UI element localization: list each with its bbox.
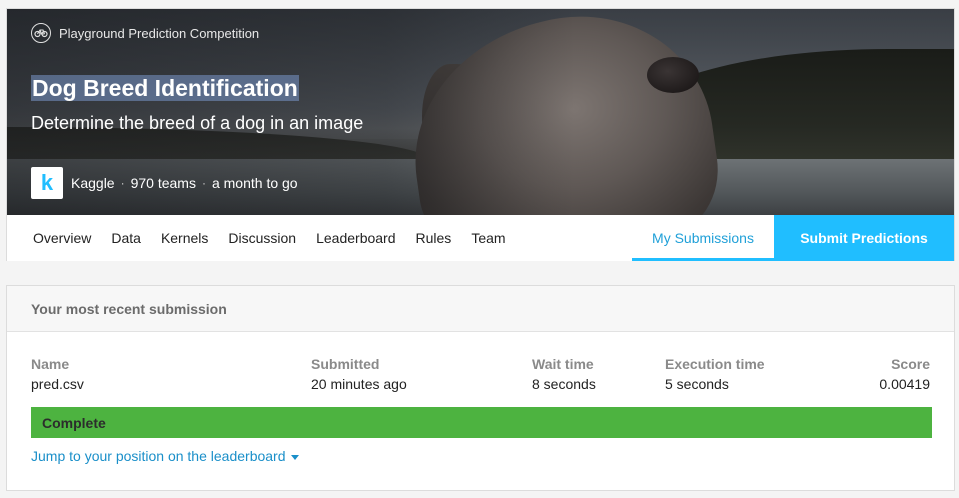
hero-banner: Playground Prediction Competition Dog Br… (7, 9, 954, 215)
host-info: k Kaggle · 970 teams · a month to go (31, 167, 298, 199)
competition-type-label: Playground Prediction Competition (59, 25, 260, 41)
tab-my-submissions[interactable]: My Submissions (632, 215, 774, 261)
submission-score: Score 0.00419 (879, 356, 930, 392)
host-name[interactable]: Kaggle (71, 175, 115, 191)
column-label: Execution time (665, 356, 765, 372)
separator-dot: · (120, 176, 125, 190)
submission-time: Submitted 20 minutes ago (311, 356, 407, 392)
bicycle-icon (31, 23, 51, 43)
hero-content: Playground Prediction Competition Dog Br… (7, 9, 954, 215)
tab-leaderboard[interactable]: Leaderboard (316, 230, 395, 246)
submitted-value: 20 minutes ago (311, 376, 407, 392)
execution-value: 5 seconds (665, 376, 729, 392)
tab-kernels[interactable]: Kernels (161, 230, 208, 246)
submission-wait: Wait time 8 seconds (532, 356, 596, 392)
column-label: Name (31, 356, 70, 372)
status-badge: Complete (31, 407, 932, 438)
submission-filename: pred.csv (31, 376, 84, 392)
wait-value: 8 seconds (532, 376, 596, 392)
competition-type: Playground Prediction Competition (31, 23, 259, 43)
competition-title-text: Dog Breed Identification (31, 75, 299, 101)
submission-name: Name pred.csv (31, 356, 84, 392)
separator-dot: · (201, 176, 206, 190)
competition-header: Playground Prediction Competition Dog Br… (6, 8, 955, 261)
tab-team[interactable]: Team (471, 230, 505, 246)
kaggle-logo-letter: k (40, 170, 54, 195)
time-remaining: a month to go (211, 175, 298, 191)
tab-discussion[interactable]: Discussion (228, 230, 296, 246)
score-value: 0.00419 (879, 376, 930, 392)
tab-rules[interactable]: Rules (416, 230, 452, 246)
competition-nav: Overview Data Kernels Discussion Leaderb… (7, 215, 954, 261)
tab-data[interactable]: Data (111, 230, 141, 246)
tab-list: Overview Data Kernels Discussion Leaderb… (7, 215, 632, 261)
submission-details: Name pred.csv Submitted 20 minutes ago W… (7, 332, 954, 402)
competition-title: Dog Breed Identification (31, 75, 299, 102)
kaggle-logo-icon[interactable]: k (31, 167, 63, 199)
submission-execution: Execution time 5 seconds (665, 356, 765, 392)
caret-down-icon (290, 454, 299, 460)
recent-submission-header: Your most recent submission (7, 286, 954, 332)
team-count[interactable]: 970 teams (131, 175, 196, 191)
recent-submission-card: Your most recent submission Name pred.cs… (6, 285, 955, 491)
column-label: Wait time (532, 356, 594, 372)
column-label: Submitted (311, 356, 380, 372)
competition-subtitle: Determine the breed of a dog in an image (31, 113, 364, 133)
submit-predictions-button[interactable]: Submit Predictions (774, 215, 954, 261)
column-label: Score (891, 356, 930, 372)
tab-overview[interactable]: Overview (33, 230, 91, 246)
jump-link-label: Jump to your position on the leaderboard (31, 448, 286, 464)
jump-to-leaderboard-link[interactable]: Jump to your position on the leaderboard (31, 448, 299, 464)
status-label: Complete (42, 414, 106, 431)
page: Playground Prediction Competition Dog Br… (0, 0, 959, 498)
